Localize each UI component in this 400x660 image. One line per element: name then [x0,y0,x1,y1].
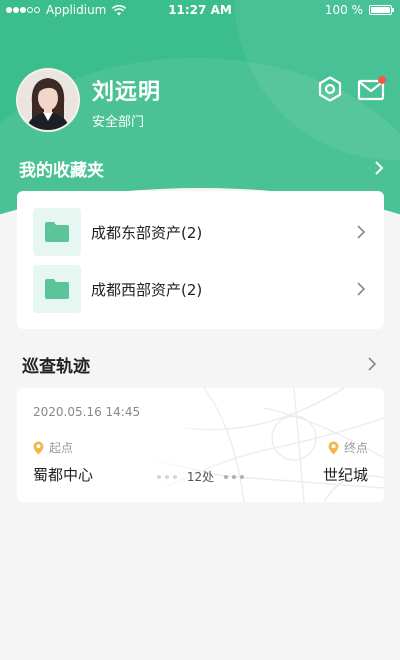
settings-button[interactable] [316,75,344,103]
battery-label: 100 % [324,3,363,17]
location-pin-icon [328,441,339,454]
favorites-header[interactable]: 我的收藏夹 [19,154,385,182]
location-pin-icon [33,441,44,454]
route-dots [156,474,177,479]
favorite-item[interactable]: 成都东部资产(2) [33,208,367,256]
end-point-tag: 终点 [328,439,368,456]
start-point-tag: 起点 [33,439,73,456]
user-department: 安全部门 [92,115,145,130]
status-bar: Applidium 11:27 AM 100 % [0,0,400,22]
folder-icon [33,208,81,256]
patrol-time: 2020.05.16 14:45 [33,405,141,419]
chevron-right-icon [368,357,377,371]
route-dots [224,474,245,479]
user-name: 刘远明 [92,80,162,105]
chevron-right-icon [357,225,366,239]
favorites-title: 我的收藏夹 [19,160,104,181]
mail-icon [357,76,386,101]
battery-icon [369,5,394,15]
end-label: 终点 [343,441,368,455]
patrol-header[interactable]: 巡查轨迹 [22,350,378,378]
checkpoint-count: 12处 [186,470,215,484]
folder-icon [33,265,81,313]
messages-button[interactable] [357,75,387,103]
favorite-label: 成都东部资产(2) [91,223,203,242]
favorites-card: 成都东部资产(2) 成都西部资产(2) [17,191,384,329]
favorite-item[interactable]: 成都西部资产(2) [33,265,367,313]
avatar[interactable] [16,68,80,132]
patrol-card[interactable]: 2020.05.16 14:45 起点 终点 蜀都中心 世纪城 12处 [17,388,384,502]
avatar-image [18,70,78,130]
favorite-label: 成都西部资产(2) [91,280,203,299]
notification-badge [378,76,386,84]
chevron-right-icon [357,282,366,296]
start-label: 起点 [49,441,74,455]
gear-icon [318,76,342,102]
route-summary: 12处 [17,468,384,485]
patrol-title: 巡查轨迹 [22,356,90,377]
chevron-right-icon [375,161,384,175]
